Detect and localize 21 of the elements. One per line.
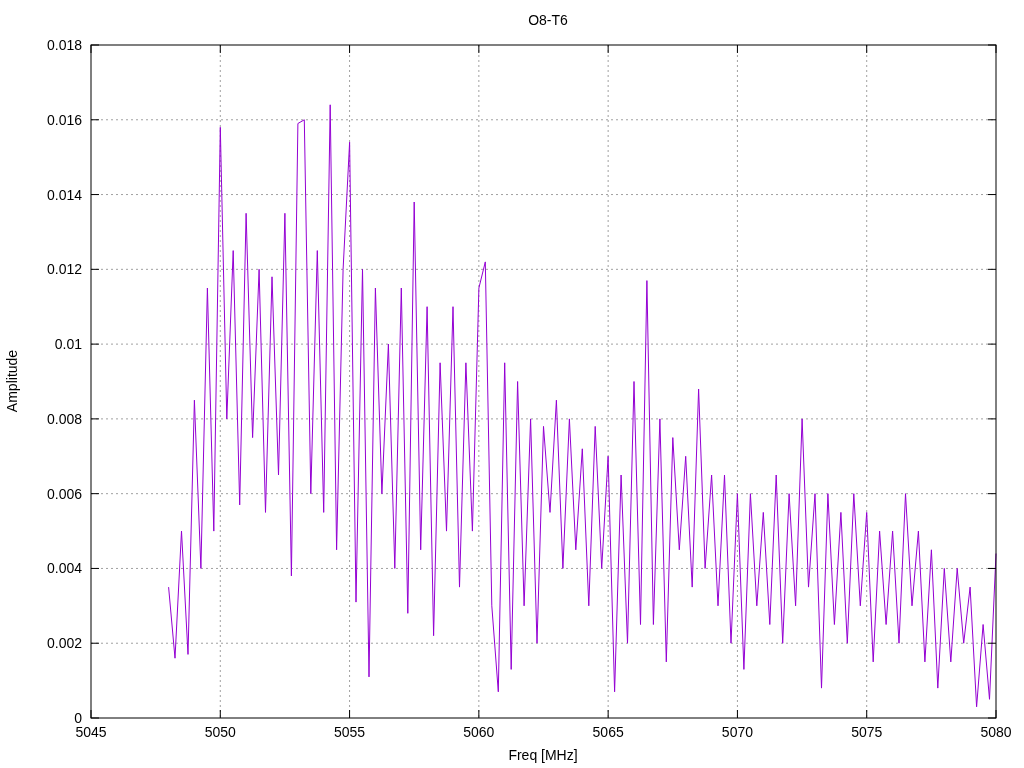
tick-label: 0.008 (46, 410, 82, 427)
tick-label: 0.004 (46, 560, 82, 577)
tick-label: 0 (74, 710, 82, 726)
x-axis-label: Freq [MHz] (508, 747, 578, 763)
tick-label: 5045 (75, 724, 107, 740)
tick-label: 0.018 (46, 37, 82, 53)
chart-title: O8-T6 (528, 12, 568, 28)
tick-label: 0.012 (46, 261, 82, 278)
tick-label: 5055 (334, 724, 366, 740)
tick-label: 0.014 (46, 186, 82, 203)
tick-label: 5080 (980, 724, 1012, 740)
tick-label: 0.002 (46, 635, 82, 652)
tick-label: 5060 (463, 724, 495, 740)
tick-label: 5075 (851, 724, 883, 740)
y-axis-label: Amplitude (4, 349, 20, 413)
tick-label: 5065 (592, 724, 624, 740)
tick-label: 0.006 (46, 485, 82, 502)
tick-label: 0.016 (46, 111, 82, 128)
tick-label: 5050 (204, 724, 236, 740)
tick-label: 0.01 (54, 336, 82, 353)
tick-label: 5070 (721, 724, 753, 740)
